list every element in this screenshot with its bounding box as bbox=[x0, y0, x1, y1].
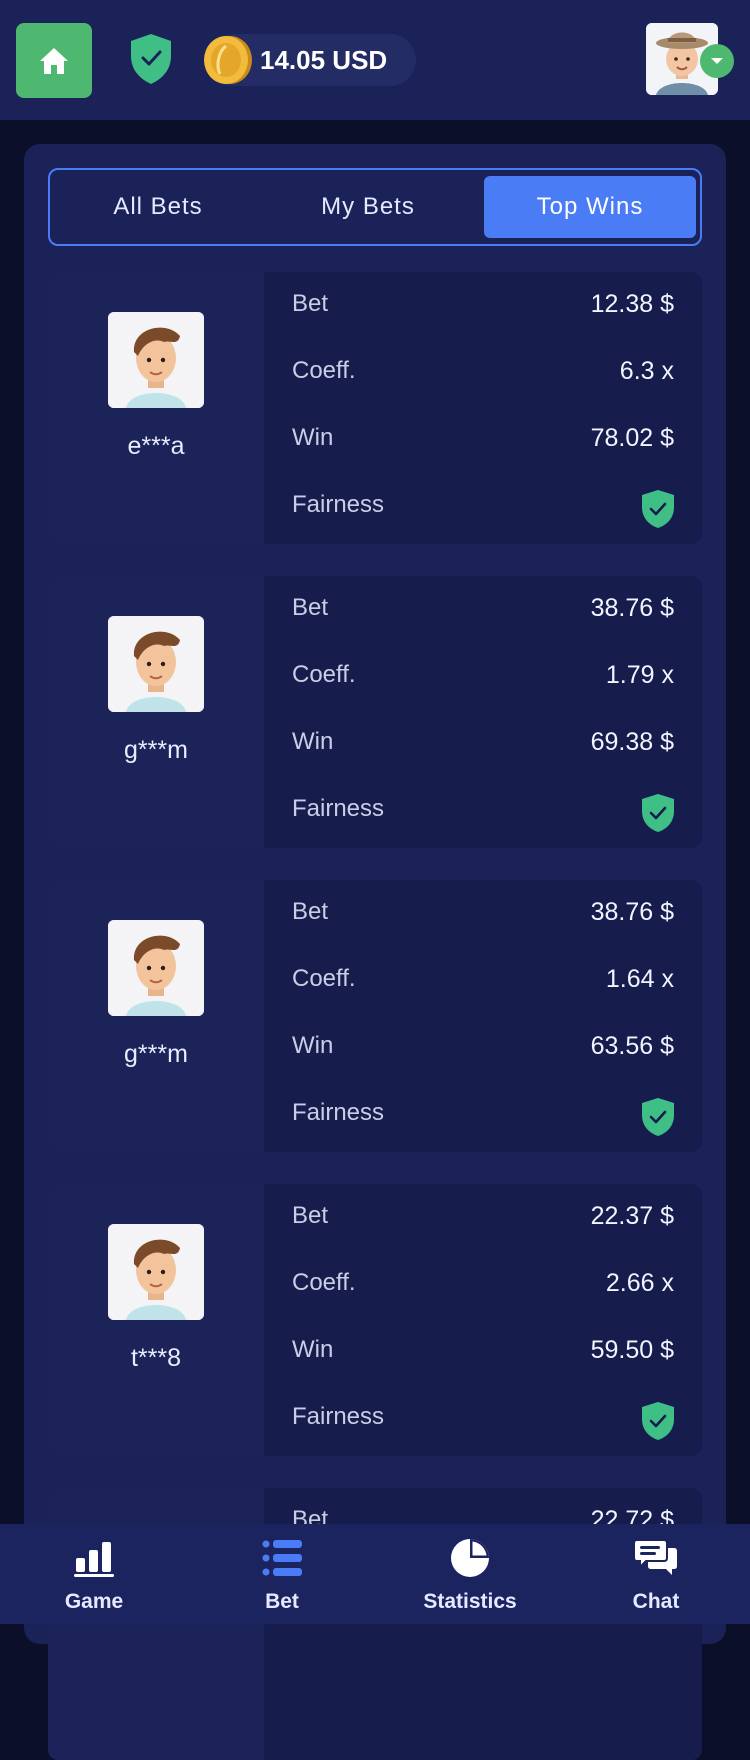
win-card: t***8 Bet 22.37 $ Coeff. 2.66 x Win 59.5… bbox=[48, 1184, 702, 1456]
nav-chat[interactable]: Chat bbox=[562, 1524, 750, 1624]
win-label: Win bbox=[292, 728, 334, 755]
win-value: 63.56 $ bbox=[590, 1032, 674, 1060]
bet-label: Bet bbox=[292, 594, 329, 621]
player-name: g***m bbox=[124, 736, 188, 764]
list-icon bbox=[262, 1540, 302, 1576]
fairness-label: Fairness bbox=[292, 795, 385, 822]
win-card: e***a Bet 12.38 $ Coeff. 6.3 x Win 78.02… bbox=[48, 272, 702, 544]
win-value: 69.38 $ bbox=[590, 728, 674, 756]
player-avatar bbox=[108, 920, 204, 1016]
home-button[interactable] bbox=[16, 23, 92, 98]
win-card-user: g***m bbox=[48, 880, 264, 1152]
coeff-value: 1.79 x bbox=[605, 661, 674, 689]
bet-value: 38.76 $ bbox=[590, 898, 674, 926]
bet-label: Bet bbox=[292, 1202, 329, 1229]
pie-chart-icon bbox=[451, 1539, 489, 1577]
fairness-shield-icon[interactable] bbox=[640, 1096, 676, 1138]
player-avatar bbox=[108, 1224, 204, 1320]
tab-all-bets[interactable]: All Bets bbox=[56, 176, 260, 238]
avatar-image bbox=[108, 920, 204, 1016]
bets-tabs: All Bets My Bets Top Wins bbox=[48, 168, 702, 246]
avatar-image bbox=[108, 1224, 204, 1320]
win-card-user: t***8 bbox=[48, 1184, 264, 1456]
win-label: Win bbox=[292, 1032, 334, 1059]
balance-amount: 14.05 USD bbox=[260, 45, 388, 75]
player-avatar bbox=[108, 312, 204, 408]
shield-check-icon[interactable] bbox=[128, 32, 174, 86]
bet-value: 38.76 $ bbox=[590, 594, 674, 622]
win-card-user: g***m bbox=[48, 576, 264, 848]
coeff-label: Coeff. bbox=[292, 357, 356, 384]
fairness-shield-icon[interactable] bbox=[640, 1400, 676, 1442]
nav-game[interactable]: Game bbox=[0, 1524, 188, 1624]
coeff-value: 6.3 x bbox=[619, 357, 674, 385]
avatar-image bbox=[108, 616, 204, 712]
chevron-down-icon bbox=[711, 58, 723, 64]
win-value: 59.50 $ bbox=[590, 1336, 674, 1364]
bet-label: Bet bbox=[292, 898, 329, 925]
win-label: Win bbox=[292, 1336, 334, 1363]
player-name: t***8 bbox=[130, 1344, 182, 1372]
player-name: e***a bbox=[127, 432, 185, 460]
top-bar: 14.05 USD bbox=[0, 0, 750, 120]
bet-value: 22.37 $ bbox=[590, 1202, 674, 1230]
win-card: g***m Bet 38.76 $ Coeff. 1.64 x Win 63.5… bbox=[48, 880, 702, 1152]
nav-label: Game bbox=[64, 1590, 124, 1613]
nav-label: Bet bbox=[265, 1590, 299, 1613]
win-label: Win bbox=[292, 424, 334, 451]
chat-icon bbox=[634, 1539, 677, 1575]
bar-chart-icon bbox=[74, 1542, 114, 1577]
bet-label: Bet bbox=[292, 290, 329, 317]
fairness-label: Fairness bbox=[292, 491, 385, 518]
fairness-shield-icon[interactable] bbox=[640, 792, 676, 834]
bottom-nav: Game Bet Statistics Chat bbox=[0, 1524, 750, 1624]
win-card: g***m Bet 38.76 $ Coeff. 1.79 x Win 69.3… bbox=[48, 576, 702, 848]
win-value: 78.02 $ bbox=[590, 424, 674, 452]
nav-label: Statistics bbox=[423, 1590, 517, 1613]
nav-label: Chat bbox=[632, 1590, 680, 1613]
fairness-label: Fairness bbox=[292, 1099, 385, 1126]
tab-my-bets[interactable]: My Bets bbox=[266, 176, 470, 238]
avatar-image bbox=[108, 312, 204, 408]
home-icon bbox=[40, 47, 68, 74]
coeff-label: Coeff. bbox=[292, 661, 356, 688]
coin-icon bbox=[204, 36, 252, 84]
bet-value: 12.38 $ bbox=[590, 290, 674, 318]
coeff-value: 1.64 x bbox=[605, 965, 674, 993]
account-dropdown-button[interactable] bbox=[700, 44, 734, 78]
player-avatar bbox=[108, 616, 204, 712]
fairness-shield-icon[interactable] bbox=[640, 488, 676, 530]
win-card-user: e***a bbox=[48, 272, 264, 544]
coeff-label: Coeff. bbox=[292, 1269, 356, 1296]
fairness-label: Fairness bbox=[292, 1403, 385, 1430]
player-name: g***m bbox=[124, 1040, 188, 1068]
coeff-label: Coeff. bbox=[292, 965, 356, 992]
nav-bet[interactable]: Bet bbox=[188, 1524, 376, 1624]
coeff-value: 2.66 x bbox=[605, 1269, 674, 1297]
nav-statistics[interactable]: Statistics bbox=[376, 1524, 564, 1624]
tab-top-wins[interactable]: Top Wins bbox=[484, 176, 696, 238]
